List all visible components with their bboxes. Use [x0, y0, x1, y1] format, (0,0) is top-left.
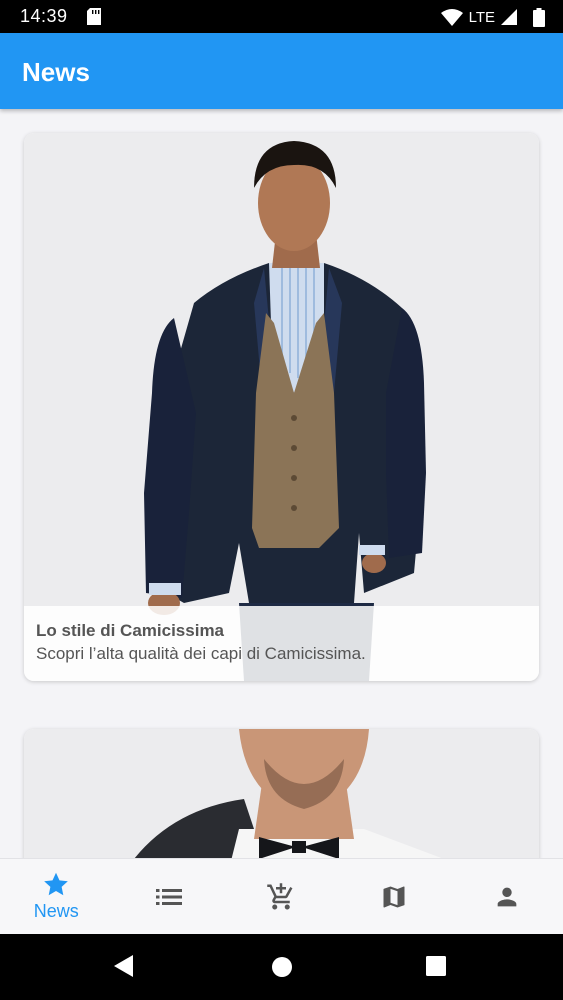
nav-item-cart[interactable] [225, 859, 338, 934]
wifi-icon [440, 8, 463, 26]
nav-item-profile[interactable] [450, 859, 563, 934]
network-type: LTE [468, 8, 495, 26]
status-time: 14:39 [20, 6, 68, 26]
man-with-bow-tie-photo [24, 729, 539, 858]
man-in-navy-blazer-photo [24, 133, 539, 681]
news-card[interactable] [24, 729, 539, 858]
recents-icon[interactable] [426, 956, 446, 976]
back-icon[interactable] [113, 954, 135, 978]
bottom-navigation: News [0, 858, 563, 934]
signal-icon [501, 9, 517, 25]
add-to-cart-icon [267, 882, 293, 909]
nav-item-list[interactable] [113, 859, 226, 934]
page-title: News [22, 57, 90, 87]
card-caption: Lo stile di Camicissima Scopri l’alta qu… [24, 606, 539, 681]
list-icon [155, 888, 182, 905]
card-subtitle: Scopri l’alta qualità dei capi di Camici… [36, 644, 366, 663]
map-icon [383, 886, 405, 907]
battery-icon [533, 7, 545, 27]
nav-item-news[interactable]: News [0, 859, 113, 934]
star-icon [44, 872, 69, 896]
app-bar: News [0, 33, 563, 109]
status-bar: 14:39 LTE [0, 0, 563, 33]
nav-label-news: News [33, 901, 79, 921]
news-card[interactable]: Lo stile di Camicissima Scopri l’alta qu… [24, 133, 539, 681]
system-navigation-bar [0, 934, 563, 1000]
home-icon[interactable] [271, 956, 293, 978]
sd-card-icon [87, 8, 101, 25]
card-title: Lo stile di Camicissima [36, 621, 225, 640]
nav-item-map[interactable] [338, 859, 451, 934]
news-feed[interactable]: Lo stile di Camicissima Scopri l’alta qu… [0, 109, 563, 858]
person-icon [497, 887, 517, 906]
